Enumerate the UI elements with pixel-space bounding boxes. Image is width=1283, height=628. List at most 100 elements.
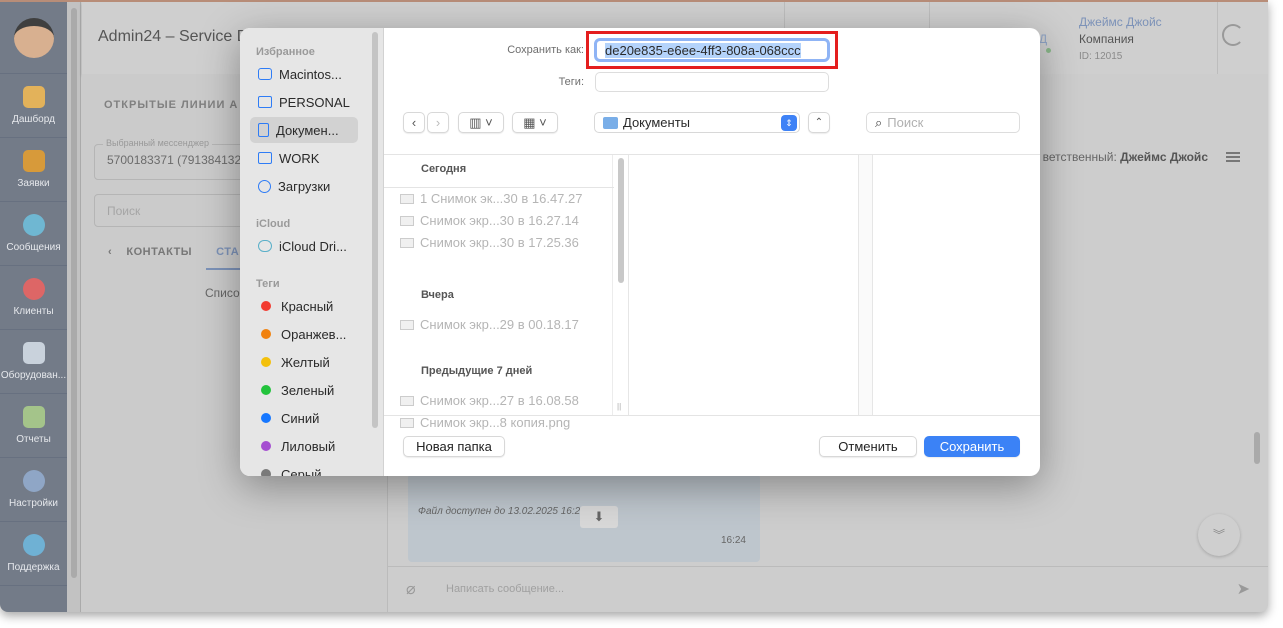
back-button[interactable]: ‹ [403, 112, 425, 133]
file-name: 1 Снимок эк...30 в 16.47.27 [420, 191, 583, 206]
collapse-button[interactable]: ⌃ [808, 112, 830, 133]
new-folder-button[interactable]: Новая папка [403, 436, 505, 457]
nav-label: Оборудован... [0, 370, 67, 381]
chat-scrollbar[interactable] [1254, 432, 1260, 464]
sidebar-tag-item[interactable]: Синий [250, 405, 358, 431]
nav-settings[interactable]: Настройки [0, 458, 67, 522]
cloud-icon [258, 240, 272, 252]
dialog-search[interactable]: ⌕ Поиск [866, 112, 1020, 133]
nav-messages[interactable]: Сообщения [0, 202, 67, 266]
list-text: Списо [205, 286, 240, 300]
sidebar-item-personal[interactable]: PERSONAL [250, 89, 358, 115]
nav-dashboard[interactable]: Дашборд [0, 74, 67, 138]
sidebar-tag-item[interactable]: Лиловый [250, 433, 358, 459]
send-icon[interactable]: ➤ [1237, 579, 1250, 599]
tag-label: Красный [281, 298, 334, 314]
view-columns-button[interactable]: ▥ ˅ [458, 112, 504, 133]
file-item[interactable]: Снимок экр...30 в 17.25.36 [400, 235, 579, 250]
nav-equipment[interactable]: Оборудован... [0, 330, 67, 394]
sidebar-item-documents[interactable]: Докумен... [250, 117, 358, 143]
logout-icon[interactable] [1222, 24, 1244, 46]
file-item[interactable]: Снимок экр...27 в 16.08.58 [400, 393, 579, 408]
item-label: WORK [279, 150, 320, 166]
file-name: Снимок экр...27 в 16.08.58 [420, 393, 579, 408]
sidebar-item-icloud-drive[interactable]: iCloud Dri... [250, 233, 358, 259]
chat-icon [22, 214, 45, 236]
tag-dot-icon [261, 357, 271, 367]
tab-contacts[interactable]: КОНТАКТЫ [126, 246, 192, 258]
tag-label: Желтый [281, 354, 330, 370]
menu-icon[interactable] [1226, 152, 1240, 162]
cancel-button[interactable]: Отменить [819, 436, 917, 457]
user-info[interactable]: Джеймс Джойс Компания ID: 12015 [1079, 14, 1162, 65]
user-company: Компания [1079, 32, 1134, 46]
tag-label: Зеленый [281, 382, 335, 398]
nav-reports[interactable]: Отчеты [0, 394, 67, 458]
icloud-header: iCloud [256, 218, 291, 230]
group-button[interactable]: ▦ ˅ [512, 112, 558, 133]
download-button[interactable]: ⬇ [580, 506, 618, 528]
save-button[interactable]: Сохранить [924, 436, 1020, 457]
image-file-icon [400, 237, 414, 248]
tag-label: Лиловый [281, 438, 336, 454]
column-divider[interactable] [859, 155, 873, 415]
dashboard-icon [22, 86, 45, 108]
avatar[interactable] [0, 2, 67, 74]
file-column: || Сегодня 1 Снимок эк...30 в 16.47.27 Сни… [384, 155, 629, 430]
user-id: ID: 12015 [1079, 51, 1123, 62]
sidebar-item-downloads[interactable]: Загрузки [250, 173, 358, 199]
image-file-icon [400, 215, 414, 226]
nav-label: Клиенты [13, 306, 54, 317]
item-label: Macintos... [279, 66, 342, 82]
image-file-icon [400, 319, 414, 330]
tag-dot-icon [261, 441, 271, 451]
message-input[interactable]: ⌀ Написать сообщение... ➤ [388, 566, 1268, 612]
tag-dot-icon [261, 301, 271, 311]
tabs-back[interactable]: ‹ [108, 246, 126, 258]
scroll-down-button[interactable]: ︾ [1198, 514, 1240, 556]
nav-scrollbar[interactable] [67, 2, 81, 612]
file-item[interactable]: Снимок экр...29 в 00.18.17 [400, 317, 579, 332]
user-name[interactable]: Джеймс Джойс [1079, 14, 1162, 31]
nav-requests[interactable]: Заявки [0, 138, 67, 202]
location-select[interactable]: Документы ⇕ [594, 112, 800, 133]
field-label: Выбранный мессенджер [103, 138, 213, 148]
tags-input[interactable] [595, 72, 829, 92]
updown-icon: ⇕ [781, 115, 797, 131]
sidebar-tag-item[interactable]: Оранжев... [250, 321, 358, 347]
group-header: Сегодня [421, 163, 467, 175]
message-bubble: Файл доступен до 13.02.2025 16:24 ⬇ 16:2… [408, 474, 760, 562]
sidebar-tag-item[interactable]: Желтый [250, 349, 358, 375]
file-scrollbar[interactable] [618, 158, 624, 283]
group-header: Предыдущие 7 дней [421, 365, 533, 377]
group-header: Вчера [421, 289, 454, 301]
sidebar-item-work[interactable]: WORK [250, 145, 358, 171]
nav-label: Отчеты [16, 434, 51, 445]
reports-icon [22, 406, 45, 428]
sidebar-tag-item[interactable]: Серый [250, 461, 358, 476]
tag-dot-icon [261, 329, 271, 339]
item-label: PERSONAL [279, 94, 350, 110]
tag-label: Синий [281, 410, 320, 426]
save-as-label: Сохранить как: [507, 44, 584, 56]
nav-label: Дашборд [12, 114, 55, 125]
file-item[interactable]: Снимок экр...30 в 16.27.14 [400, 213, 579, 228]
nav-clients[interactable]: Клиенты [0, 266, 67, 330]
responsible: ветственный: Джеймс Джойс [1043, 150, 1208, 164]
sidebar-scrollbar[interactable] [372, 32, 378, 428]
sidebar-tag-item[interactable]: Красный [250, 293, 358, 319]
nav-label: Сообщения [6, 242, 61, 253]
tab-active[interactable]: СТА [216, 246, 239, 258]
file-item[interactable]: 1 Снимок эк...30 в 16.47.27 [400, 191, 583, 206]
dialog-footer: Новая папка Отменить Сохранить [384, 415, 1040, 476]
tag-label: Оранжев... [281, 326, 347, 342]
nav-support[interactable]: Поддержка [0, 522, 67, 586]
column-resize-handle[interactable]: || [617, 402, 621, 411]
sidebar-item-macintosh[interactable]: Macintos... [250, 61, 358, 87]
responsible-label: ветственный: [1042, 150, 1117, 164]
forward-button[interactable]: › [427, 112, 449, 133]
app-nav: Дашборд Заявки Сообщения Клиенты Оборудо… [0, 2, 67, 612]
sidebar-tag-item[interactable]: Зеленый [250, 377, 358, 403]
tag-dot-icon [261, 385, 271, 395]
attach-icon[interactable]: ⌀ [406, 579, 416, 599]
